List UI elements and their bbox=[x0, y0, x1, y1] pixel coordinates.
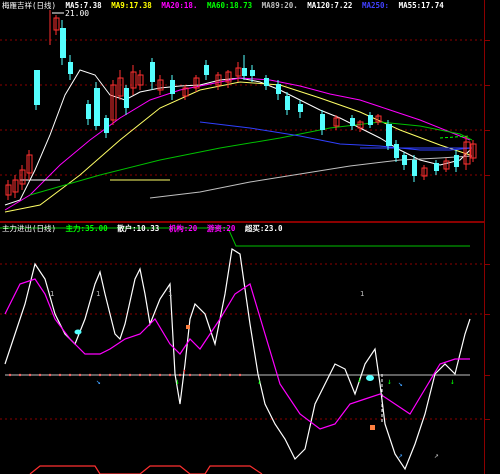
phase-labels: 1 1 1 1 bbox=[50, 290, 364, 298]
ind-ma89: MA89:20. bbox=[261, 1, 298, 10]
ind-ma250: MA250: bbox=[361, 1, 390, 10]
ind-ma60: MA60:18.73 bbox=[206, 1, 253, 10]
svg-text:↘: ↘ bbox=[96, 377, 101, 386]
price-chart-panel[interactable]: 21.00 梅雁吉祥(日线) MA5:7.38 MA9:17.38 MA20:1… bbox=[0, 0, 484, 222]
ind-main-force: 主力:35.00 bbox=[65, 224, 108, 233]
indicator-chart-title: 主力进出(日线) bbox=[2, 224, 57, 233]
price-chart-title: 梅雁吉祥(日线) bbox=[2, 1, 57, 10]
svg-text:↗: ↗ bbox=[434, 451, 439, 460]
svg-text:↗: ↗ bbox=[398, 451, 403, 460]
svg-text:↑: ↑ bbox=[182, 367, 187, 376]
ind-ma9: MA9:17.38 bbox=[111, 1, 152, 10]
indicator-header: 主力进出(日线) 主力:35.00 散户:10.33 机构:20 游资:20 超… bbox=[2, 224, 287, 234]
price-chart-canvas: 21.00 bbox=[0, 9, 484, 213]
indicator-chart-panel[interactable]: ↘ ↓ ↑ ↓ ↓ ↓ ↘ ↓ ↗ ↗ 1 1 1 1 主力进出(日线) 主力:… bbox=[0, 224, 484, 474]
ind-hot-money: 游资:20 bbox=[206, 224, 236, 233]
axis-tick bbox=[485, 375, 490, 376]
signal-markers: ↘ ↓ ↑ ↓ ↓ ↓ ↘ ↓ ↗ ↗ bbox=[74, 325, 455, 460]
indicator-chart-canvas: ↘ ↓ ↑ ↓ ↓ ↓ ↘ ↓ ↗ ↗ 1 1 1 1 bbox=[0, 227, 484, 474]
svg-text:↓: ↓ bbox=[387, 377, 392, 386]
svg-text:↓: ↓ bbox=[357, 375, 362, 384]
ind-ma120: MA120:7.22 bbox=[307, 1, 353, 10]
retail-line bbox=[4, 248, 471, 471]
svg-text:1: 1 bbox=[360, 290, 364, 298]
ind-ma55: MA55:17.74 bbox=[398, 1, 444, 10]
axis-tick bbox=[485, 264, 490, 265]
ma-line-magenta bbox=[4, 77, 471, 211]
svg-text:1: 1 bbox=[168, 290, 172, 298]
axis-tick bbox=[485, 130, 490, 131]
candles bbox=[5, 10, 477, 200]
svg-text:↓: ↓ bbox=[257, 377, 262, 386]
axis-tick bbox=[485, 419, 490, 420]
axis-tick bbox=[485, 314, 490, 315]
axis-tick bbox=[485, 85, 490, 86]
floor-bars bbox=[29, 465, 263, 474]
axis-tick bbox=[485, 40, 490, 41]
ind-overbought: 超买:23.0 bbox=[244, 224, 283, 233]
price-axis[interactable] bbox=[484, 0, 500, 474]
institution-line bbox=[4, 278, 470, 430]
ma-line-yellow bbox=[4, 81, 471, 213]
ind-institution: 机构:20 bbox=[168, 224, 198, 233]
price-indicator-header: 梅雁吉祥(日线) MA5:7.38 MA9:17.38 MA20:18. MA6… bbox=[2, 1, 449, 11]
svg-text:↘: ↘ bbox=[398, 379, 403, 388]
svg-text:1: 1 bbox=[50, 290, 54, 298]
svg-text:1: 1 bbox=[96, 290, 100, 298]
svg-text:↓: ↓ bbox=[175, 377, 180, 386]
ind-ma5: MA5:7.38 bbox=[65, 1, 102, 10]
svg-text:↓: ↓ bbox=[450, 377, 455, 386]
panel-separator[interactable] bbox=[0, 221, 484, 223]
ind-ma20: MA20:18. bbox=[161, 1, 198, 10]
axis-tick bbox=[485, 175, 490, 176]
ind-retail: 散户:10.33 bbox=[117, 224, 160, 233]
